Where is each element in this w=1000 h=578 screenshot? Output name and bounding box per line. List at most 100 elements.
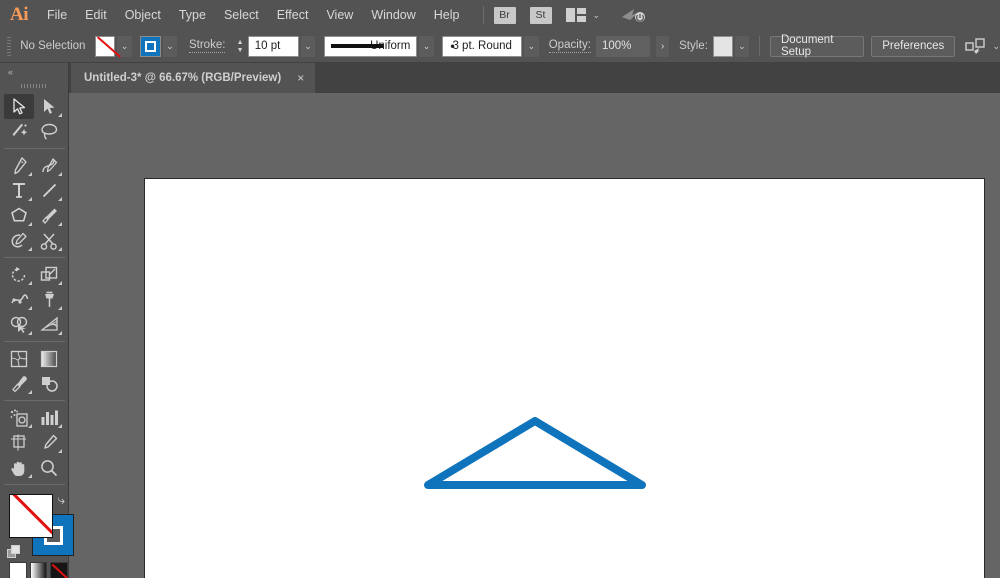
creative-cloud-sync-icon[interactable] (620, 6, 646, 24)
collapse-panel-icon[interactable]: « (8, 67, 12, 77)
document-tab-bar: Untitled-3* @ 66.67% (RGB/Preview) × (69, 63, 1000, 93)
arrange-documents-icon (566, 8, 586, 22)
triangle-path[interactable] (428, 421, 642, 485)
stroke-weight-label[interactable]: Stroke: (189, 39, 225, 53)
selection-status-label: No Selection (20, 40, 94, 52)
selection-tool[interactable] (4, 94, 34, 119)
width-warp-tool[interactable] (4, 287, 34, 312)
tools-grid (0, 92, 69, 489)
artboard[interactable] (144, 178, 985, 578)
stroke-profile-select[interactable]: Uniform (324, 36, 418, 57)
graphic-style-dropdown-button[interactable]: ⌄ (735, 36, 749, 57)
menu-divider (483, 6, 484, 24)
free-transform-tool[interactable] (34, 287, 64, 312)
eyedropper-tool[interactable] (4, 371, 34, 396)
fill-color-swatch[interactable] (9, 494, 53, 538)
tools-divider (4, 257, 65, 258)
rotate-tool[interactable] (4, 262, 34, 287)
stroke-dropdown-button[interactable]: ⌄ (163, 36, 177, 57)
align-dropdown-chevron-icon[interactable]: ⌄ (992, 41, 1000, 52)
type-tool[interactable] (4, 178, 34, 203)
shaper-pencil-tool[interactable] (4, 228, 34, 253)
menu-window[interactable]: Window (362, 0, 424, 30)
app-logo-icon: Ai (0, 0, 38, 30)
opacity-input[interactable]: 100% (596, 36, 650, 57)
brush-definition-select[interactable]: 3 pt. Round (442, 36, 522, 57)
color-mode-buttons (0, 558, 68, 578)
fill-stroke-widget: ⤷ (0, 492, 69, 558)
curvature-tool[interactable] (34, 153, 64, 178)
arrange-documents-button[interactable]: ⌄ (566, 8, 601, 22)
color-mode-button[interactable] (9, 562, 27, 578)
default-fill-stroke-icon[interactable] (7, 545, 22, 560)
chevron-down-icon: ⌄ (593, 10, 601, 21)
lasso-tool[interactable] (34, 119, 64, 144)
gradient-tool[interactable] (34, 346, 64, 371)
gradient-mode-button[interactable] (30, 562, 48, 578)
blend-tool[interactable] (34, 371, 64, 396)
opacity-label[interactable]: Opacity: (549, 39, 591, 53)
menu-object[interactable]: Object (116, 0, 170, 30)
illustrator-window: Ai File Edit Object Type Select Effect V… (0, 0, 1000, 578)
magic-wand-tool[interactable] (4, 119, 34, 144)
document-tab[interactable]: Untitled-3* @ 66.67% (RGB/Preview) × (71, 63, 315, 93)
stroke-weight-dropdown-button[interactable]: ⌄ (301, 36, 315, 57)
tools-divider (4, 484, 65, 485)
mesh-tool[interactable] (4, 346, 34, 371)
menu-type[interactable]: Type (170, 0, 215, 30)
menu-bar: Ai File Edit Object Type Select Effect V… (0, 0, 1000, 30)
fill-swatch[interactable] (95, 36, 116, 57)
pen-tool[interactable] (4, 153, 34, 178)
hand-tool[interactable] (4, 455, 34, 480)
bridge-button[interactable]: Br (494, 7, 516, 24)
close-icon[interactable]: × (297, 72, 304, 84)
none-mode-button[interactable] (50, 562, 68, 578)
tools-panel-header[interactable]: « (0, 63, 68, 80)
menu-edit[interactable]: Edit (76, 0, 116, 30)
rectangle-shape-tool[interactable] (4, 203, 34, 228)
preferences-button[interactable]: Preferences (871, 36, 955, 57)
artboard-tool[interactable] (4, 430, 34, 455)
tools-divider (4, 400, 65, 401)
slice-tool[interactable] (34, 430, 64, 455)
menu-effect[interactable]: Effect (268, 0, 318, 30)
stroke-weight-stepper[interactable]: ▲ ▼ (235, 36, 244, 57)
scale-tool[interactable] (34, 262, 64, 287)
artboard-content (145, 179, 986, 578)
tools-panel-grip[interactable] (0, 80, 68, 92)
graphic-style-swatch[interactable] (713, 36, 733, 57)
paintbrush-tool[interactable] (34, 203, 64, 228)
shape-builder-tool[interactable] (4, 312, 34, 337)
stock-button[interactable]: St (530, 7, 552, 24)
canvas-area[interactable] (69, 93, 1000, 578)
menu-help[interactable]: Help (425, 0, 469, 30)
direct-selection-tool[interactable] (34, 94, 64, 119)
column-graph-tool[interactable] (34, 405, 64, 430)
align-objects-icon[interactable] (965, 38, 987, 54)
brush-definition-dropdown-button[interactable]: ⌄ (524, 36, 538, 57)
control-bar-divider (759, 36, 760, 56)
stroke-profile-dropdown-button[interactable]: ⌄ (419, 36, 433, 57)
stepper-up-icon: ▲ (237, 40, 244, 45)
opacity-more-button[interactable]: › (656, 36, 669, 57)
scissors-eraser-tool[interactable] (34, 228, 64, 253)
tools-divider (4, 148, 65, 149)
document-tab-title: Untitled-3* @ 66.67% (RGB/Preview) (84, 72, 281, 84)
swap-fill-stroke-icon[interactable]: ⤷ (58, 492, 65, 508)
line-segment-tool[interactable] (34, 178, 64, 203)
stepper-down-icon: ▼ (237, 48, 244, 53)
menu-view[interactable]: View (317, 0, 362, 30)
symbol-sprayer-tool[interactable] (4, 405, 34, 430)
stroke-swatch[interactable] (140, 36, 161, 57)
tools-divider (4, 341, 65, 342)
zoom-tool[interactable] (34, 455, 64, 480)
menu-file[interactable]: File (38, 0, 76, 30)
stroke-weight-input[interactable]: 10 pt (248, 36, 299, 57)
perspective-grid-tool[interactable] (34, 312, 64, 337)
style-label: Style: (679, 40, 708, 52)
control-bar-grip[interactable] (7, 37, 11, 56)
document-setup-button[interactable]: Document Setup (770, 36, 864, 57)
fill-dropdown-button[interactable]: ⌄ (117, 36, 131, 57)
menu-select[interactable]: Select (215, 0, 268, 30)
control-bar: No Selection ⌄ ⌄ Stroke: ▲ ▼ 10 pt ⌄ Uni… (0, 30, 1000, 63)
